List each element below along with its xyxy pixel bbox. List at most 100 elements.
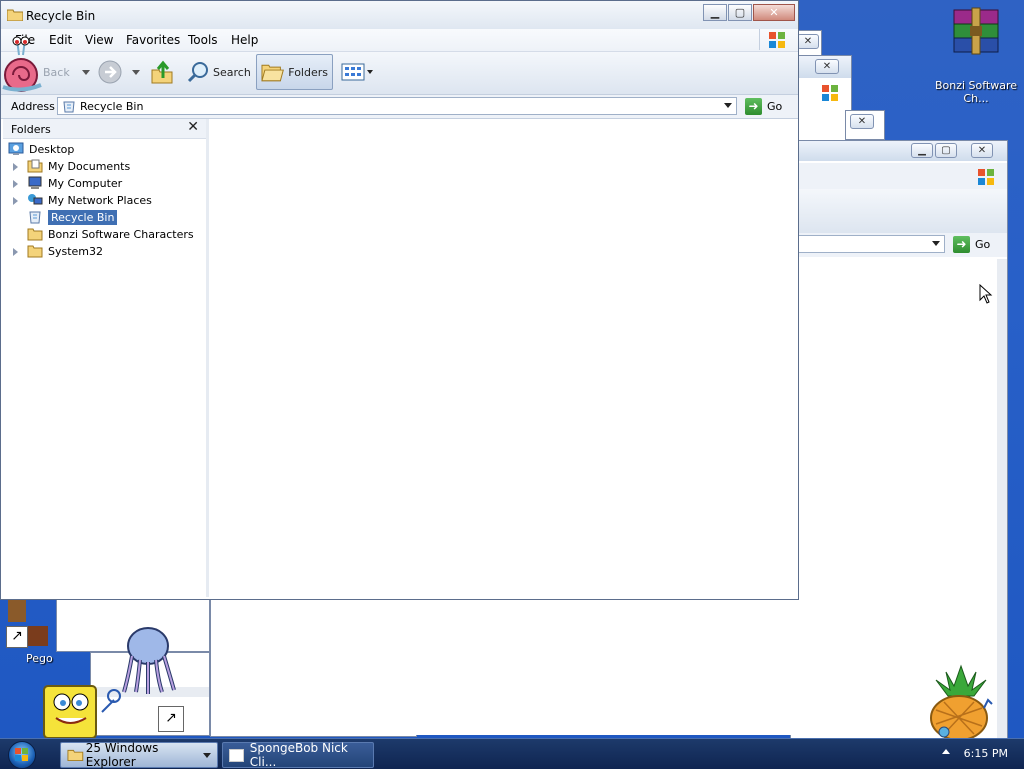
close-button[interactable]: ✕ bbox=[797, 34, 819, 49]
explorer-window[interactable]: Recycle Bin ▁ ▢ ✕ File Edit View Favorit… bbox=[0, 0, 799, 600]
desktop-icon-bonzi[interactable]: Bonzi Software Ch... bbox=[932, 6, 1020, 105]
folder-icon bbox=[27, 245, 43, 258]
window-title: Recycle Bin bbox=[26, 9, 96, 23]
tree-item-label: System32 bbox=[48, 244, 104, 258]
go-label: Go bbox=[767, 100, 783, 113]
content-pane[interactable] bbox=[209, 119, 797, 597]
show-hidden-icons-icon[interactable] bbox=[942, 749, 950, 754]
go-label: Go bbox=[975, 238, 991, 251]
scrollbar[interactable] bbox=[997, 259, 1007, 739]
close-button[interactable]: ✕ bbox=[971, 143, 993, 158]
tree-item-desktop[interactable]: Desktop bbox=[8, 141, 74, 157]
network-icon bbox=[28, 194, 43, 205]
pineapple-house-icon bbox=[930, 664, 993, 738]
toolbar bbox=[791, 189, 1007, 233]
background-window-main[interactable]: ▁ ▢ ✕ ➜ Go bbox=[790, 140, 1008, 740]
go-arrow-icon: ➜ bbox=[745, 98, 762, 115]
go-button[interactable]: ➜ Go bbox=[745, 97, 782, 116]
taskbar-button-windows-explorer[interactable]: 25 Windows Explorer bbox=[60, 741, 218, 769]
background-panel bbox=[416, 598, 796, 735]
window-titlebar[interactable]: Recycle Bin ▁ ▢ ✕ bbox=[1, 1, 798, 29]
folders-icon bbox=[261, 64, 284, 82]
taskbar-button-spongebob[interactable]: SpongeBob Nick Cli... bbox=[222, 741, 374, 769]
windows-flag-icon bbox=[15, 748, 28, 761]
pego-thumbnail bbox=[8, 600, 26, 622]
clock[interactable]: 6:15 PM bbox=[964, 747, 1008, 760]
minimize-button[interactable]: ▁ bbox=[703, 4, 727, 21]
go-button[interactable]: ➜ Go bbox=[953, 235, 990, 254]
tree-item-my-network-places[interactable]: My Network Places bbox=[27, 192, 152, 208]
gary-snail-character-icon bbox=[2, 36, 42, 92]
expand-arrow-icon[interactable] bbox=[13, 163, 18, 171]
chevron-down-icon[interactable] bbox=[932, 241, 940, 246]
search-label: Search bbox=[213, 65, 251, 79]
windows-flag-icon bbox=[978, 169, 994, 185]
start-button[interactable] bbox=[8, 741, 36, 769]
back-label: Back bbox=[43, 65, 70, 79]
forward-button[interactable] bbox=[97, 54, 140, 90]
mouse-cursor-icon bbox=[979, 284, 993, 304]
search-button[interactable]: Search bbox=[187, 54, 251, 90]
folders-pane: Folders ✕ Desktop My Documents My Comput… bbox=[3, 119, 209, 597]
address-field[interactable]: Recycle Bin bbox=[57, 97, 737, 115]
close-button[interactable]: ✕ bbox=[753, 4, 795, 21]
folders-pane-header: Folders ✕ bbox=[3, 119, 206, 139]
desktop-icon-pego[interactable]: ↗ Pego bbox=[4, 600, 74, 665]
shortcut-arrow-icon: ↗ bbox=[6, 626, 28, 648]
folders-button[interactable]: Folders bbox=[256, 54, 333, 90]
tree-item-my-computer[interactable]: My Computer bbox=[27, 175, 122, 191]
background-window-2[interactable]: ✕ bbox=[798, 55, 852, 145]
forward-arrow-icon bbox=[98, 60, 122, 84]
chevron-down-icon[interactable] bbox=[367, 70, 373, 74]
tree-item-label: My Network Places bbox=[48, 193, 152, 207]
taskbar-button-label: SpongeBob Nick Cli... bbox=[249, 741, 348, 769]
windows-flag-icon bbox=[769, 32, 785, 48]
expand-arrow-icon[interactable] bbox=[13, 180, 18, 188]
tree-item-label: My Computer bbox=[48, 176, 123, 190]
up-folder-icon bbox=[151, 60, 173, 84]
close-button[interactable]: ✕ bbox=[815, 59, 839, 74]
address-field[interactable] bbox=[791, 235, 945, 253]
close-button[interactable]: ✕ bbox=[850, 114, 874, 129]
views-button[interactable] bbox=[341, 54, 373, 90]
tree-item-system32[interactable]: System32 bbox=[27, 243, 103, 259]
menu-edit[interactable]: Edit bbox=[49, 33, 72, 47]
search-icon bbox=[187, 62, 208, 83]
up-folder-button[interactable] bbox=[151, 54, 173, 90]
maximize-button[interactable]: ▢ bbox=[935, 143, 957, 158]
desktop-icon-label: Bonzi Software Ch... bbox=[934, 79, 1018, 105]
menu-help[interactable]: Help bbox=[231, 33, 258, 47]
shortcut-arrow-icon[interactable]: ↗ bbox=[158, 706, 184, 732]
desktop-icon-label: Pego bbox=[26, 652, 53, 665]
menu-tools[interactable]: Tools bbox=[188, 33, 218, 47]
maximize-button[interactable]: ▢ bbox=[728, 4, 752, 21]
expand-arrow-icon[interactable] bbox=[13, 248, 18, 256]
taskbar: 25 Windows Explorer SpongeBob Nick Cli..… bbox=[0, 738, 1024, 769]
pego-thumbnail bbox=[28, 626, 48, 646]
expand-arrow-icon[interactable] bbox=[13, 197, 18, 205]
folder-icon bbox=[67, 749, 84, 762]
close-icon[interactable]: ✕ bbox=[187, 119, 199, 135]
background-panel bbox=[210, 598, 417, 737]
tree-item-my-documents[interactable]: My Documents bbox=[27, 158, 130, 174]
chevron-down-icon[interactable] bbox=[132, 69, 140, 75]
chevron-down-icon[interactable] bbox=[203, 752, 211, 758]
folder-icon bbox=[7, 9, 23, 21]
chevron-down-icon[interactable] bbox=[81, 69, 90, 75]
spongebob-character-icon bbox=[43, 685, 122, 738]
tree-item-recycle-bin[interactable]: Recycle Bin bbox=[27, 209, 118, 225]
address-label: Address bbox=[11, 100, 55, 113]
tree-item-label: Bonzi Software Characters bbox=[48, 227, 194, 241]
views-icon bbox=[341, 63, 365, 81]
background-window-3[interactable]: ✕ bbox=[845, 110, 885, 140]
address-bar: Address Recycle Bin ➜ Go bbox=[1, 95, 798, 119]
tree-item-label: My Documents bbox=[48, 159, 131, 173]
tree-item-bonzi-software-characters[interactable]: Bonzi Software Characters bbox=[27, 226, 194, 242]
menubar bbox=[791, 163, 1007, 189]
recycle-bin-icon bbox=[63, 101, 75, 113]
window-icon bbox=[229, 748, 244, 762]
menu-view[interactable]: View bbox=[85, 33, 113, 47]
minimize-button[interactable]: ▁ bbox=[911, 143, 933, 158]
menu-favorites[interactable]: Favorites bbox=[126, 33, 180, 47]
chevron-down-icon[interactable] bbox=[724, 103, 732, 108]
